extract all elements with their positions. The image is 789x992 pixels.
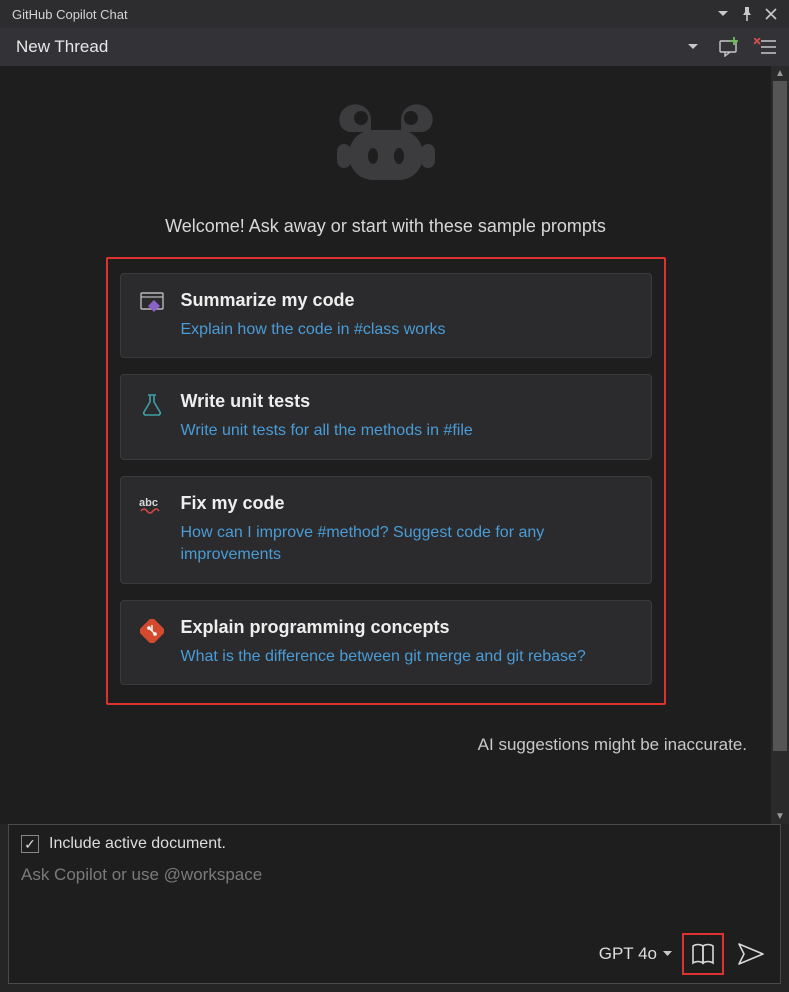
prompt-card-explain[interactable]: Explain programming concepts What is the… <box>120 600 652 685</box>
scroll-track[interactable] <box>771 81 789 809</box>
code-window-icon <box>139 290 165 341</box>
chat-toolbar: New Thread <box>0 28 789 66</box>
send-icon <box>738 943 764 965</box>
sample-prompts-box: Summarize my code Explain how the code i… <box>106 257 666 705</box>
copilot-logo <box>18 92 753 192</box>
git-icon <box>139 617 165 668</box>
chat-input-area: ✓ Include active document. Ask Copilot o… <box>8 824 781 984</box>
close-icon[interactable] <box>761 4 781 24</box>
send-button[interactable] <box>734 937 768 971</box>
prompt-subtitle: What is the difference between git merge… <box>181 646 586 668</box>
scrollbar[interactable]: ▲ ▼ <box>771 66 789 824</box>
scroll-up-icon[interactable]: ▲ <box>775 66 785 81</box>
svg-text:abc: abc <box>139 497 158 509</box>
ai-notice: AI suggestions might be inaccurate. <box>18 735 747 755</box>
prompt-title: Summarize my code <box>181 290 446 311</box>
chevron-down-icon <box>663 951 672 957</box>
prompt-subtitle: Explain how the code in #class works <box>181 319 446 341</box>
prompt-card-tests[interactable]: Write unit tests Write unit tests for al… <box>120 374 652 459</box>
model-selector[interactable]: GPT 4o <box>599 944 672 964</box>
clear-threads-button[interactable] <box>751 33 779 61</box>
prompt-subtitle: Write unit tests for all the methods in … <box>181 420 473 442</box>
include-doc-checkbox[interactable]: ✓ <box>21 835 39 853</box>
include-doc-label: Include active document. <box>49 835 226 853</box>
prompt-subtitle: How can I improve #method? Suggest code … <box>181 522 633 567</box>
thread-dropdown-icon[interactable] <box>679 33 707 61</box>
prompt-card-fix[interactable]: abc Fix my code How can I improve #metho… <box>120 476 652 584</box>
scroll-down-icon[interactable]: ▼ <box>775 809 785 824</box>
book-icon <box>691 943 715 965</box>
prompt-card-summarize[interactable]: Summarize my code Explain how the code i… <box>120 273 652 358</box>
window-titlebar: GitHub Copilot Chat <box>0 0 789 28</box>
pin-icon[interactable] <box>737 4 757 24</box>
scroll-thumb[interactable] <box>773 81 787 751</box>
prompt-library-button[interactable] <box>682 933 724 975</box>
chat-input[interactable]: Ask Copilot or use @workspace <box>21 865 768 929</box>
window-title: GitHub Copilot Chat <box>12 7 128 22</box>
prompt-title: Fix my code <box>181 493 633 514</box>
model-label: GPT 4o <box>599 944 657 964</box>
new-thread-button[interactable] <box>715 33 743 61</box>
beaker-icon <box>139 391 165 442</box>
prompt-title: Explain programming concepts <box>181 617 586 638</box>
dropdown-icon[interactable] <box>713 4 733 24</box>
prompt-title: Write unit tests <box>181 391 473 412</box>
abc-spellcheck-icon: abc <box>139 493 165 567</box>
welcome-text: Welcome! Ask away or start with these sa… <box>18 216 753 237</box>
thread-title: New Thread <box>16 37 108 57</box>
